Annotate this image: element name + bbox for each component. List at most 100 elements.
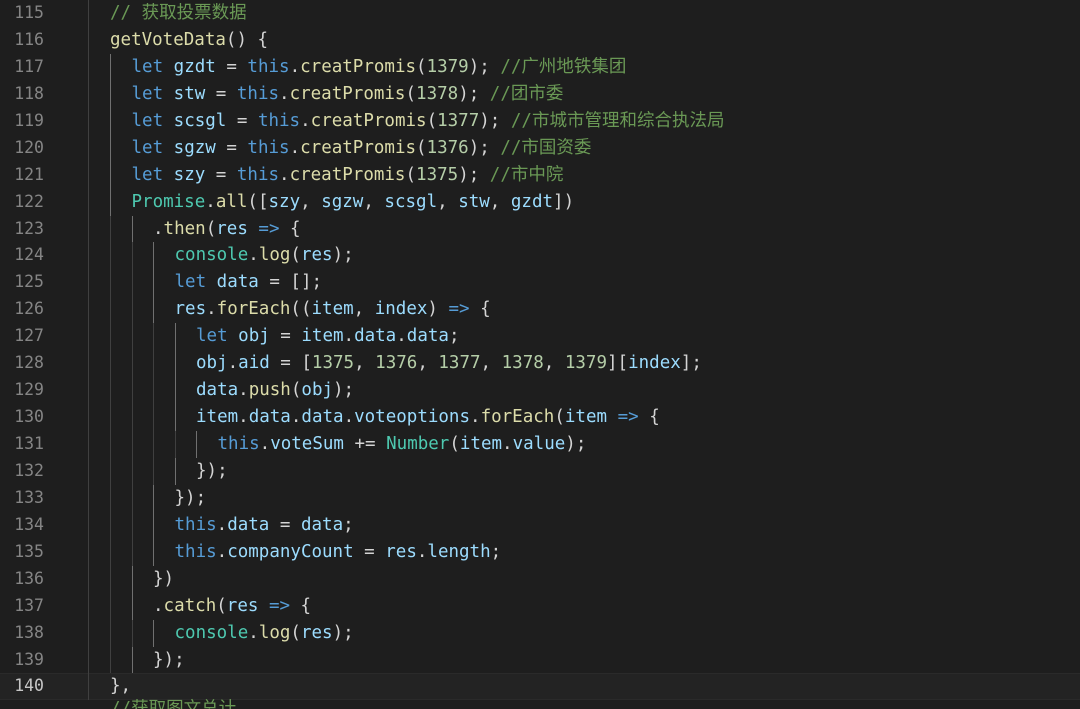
code-line[interactable]: 131 this.voteSum += Number(item.value); (0, 431, 1080, 458)
indent-guide (153, 269, 154, 297)
token: . (289, 56, 301, 77)
token: gzdt (173, 56, 216, 77)
token: let (131, 137, 164, 158)
token: getVoteData (110, 29, 226, 50)
code-line[interactable]: 134 this.data = data; (0, 511, 1080, 539)
token: obj (238, 326, 270, 347)
code-line[interactable]: 118 let stw = this.creatPromis(1378); //团… (0, 80, 1080, 108)
token: = (353, 541, 386, 562)
indent-guide (110, 215, 111, 243)
token: => (268, 595, 291, 616)
token: . (343, 326, 355, 347)
code-line[interactable]: 133}); (0, 484, 1080, 512)
code-line[interactable]: 128 obj.aid = [1375, 1376, 1377, 1378, 13… (0, 350, 1080, 378)
code-line[interactable]: 138 console.log(res); (0, 619, 1080, 647)
code-line[interactable]: 139}); (0, 646, 1080, 674)
token: . (396, 326, 407, 347)
indent-guide (174, 350, 176, 378)
code-line[interactable]: 127 let obj = item.data.data; (0, 323, 1080, 351)
indent-guide (110, 484, 111, 512)
code-line[interactable]: 115 // 获取投票数据 (0, 0, 1080, 27)
code-text: this.voteSum += Number(item.value); (218, 431, 587, 458)
code-line[interactable]: 116 getVoteData() { (0, 26, 1080, 54)
code-line[interactable]: 121 let szy = this.creatPromis(1375); //市… (0, 161, 1080, 189)
indent-guide (110, 592, 111, 620)
token: ][ (607, 353, 629, 374)
code-line[interactable]: 120 let sgzw = this.creatPromis(1376); //… (0, 134, 1080, 162)
line-number: 130 (14, 407, 44, 427)
code-line[interactable]: 135 this.companyCount = res.length; (0, 538, 1080, 566)
indent-guide (174, 457, 176, 485)
token: log (258, 245, 291, 266)
code-line[interactable]: 124 console.log(res); (0, 242, 1080, 270)
indent-guide (88, 323, 89, 351)
indent-guide (153, 431, 154, 458)
token: data (196, 380, 239, 401)
code-line[interactable]: 123 .then(res => { (0, 215, 1080, 243)
token: scsgl (173, 110, 227, 131)
code-line[interactable]: 119 let scsgl = this.creatPromis(1377); /… (0, 107, 1080, 135)
code-line[interactable]: 117 let gzdt = this.creatPromis(1379); //… (0, 53, 1080, 81)
token: { (638, 407, 660, 428)
code-text: let data = []; (175, 269, 323, 296)
token: ); (458, 83, 490, 104)
indent-guide (131, 511, 133, 539)
indent-guide (88, 0, 89, 27)
token: this (247, 137, 290, 158)
code-line[interactable]: 125 let data = []; (0, 269, 1080, 297)
token: ( (416, 137, 427, 158)
token: res (385, 541, 417, 562)
token: stw (173, 83, 206, 104)
token: item (196, 407, 239, 428)
code-line[interactable]: 136}) (0, 565, 1080, 593)
token: scsgl (384, 191, 438, 212)
code-text: }) (153, 566, 174, 593)
token: = [ (269, 353, 312, 374)
code-line[interactable]: 130 item.data.data.voteoptions.forEach(it… (0, 404, 1080, 431)
indent-guide (131, 404, 133, 431)
indent-guide (131, 377, 133, 405)
token: this (257, 110, 301, 131)
line-number: 115 (14, 3, 44, 22)
indent-guide (88, 53, 89, 81)
code-line[interactable]: 140}, (0, 673, 1080, 701)
token: 1377 (437, 110, 480, 131)
indent-guide (174, 323, 176, 351)
indent-guide (153, 538, 154, 566)
token: aid (238, 353, 270, 374)
indent-guide (131, 296, 133, 324)
indent-guide (88, 377, 89, 405)
code-line[interactable]: 122 Promise.all([szy, sgzw, scsgl, stw, g… (0, 188, 1080, 216)
code-line[interactable]: 126 res.forEach((item, index) => { (0, 296, 1080, 324)
code-line[interactable]: 137 .catch(res => { (0, 592, 1080, 620)
indent-guide (153, 242, 154, 270)
code-text: item.data.data.voteoptions.forEach(item … (196, 404, 660, 431)
indent-guide (153, 511, 154, 539)
code-editor[interactable]: 115// 获取投票数据 116 getVoteData() {117 let gzd… (0, 0, 1080, 709)
code-text: }); (175, 485, 207, 512)
indent-guide (110, 188, 111, 216)
token: voteoptions (354, 407, 471, 428)
indent-guide (88, 538, 89, 566)
indent-guide (88, 296, 89, 324)
token: forEach (216, 299, 291, 320)
token: creatPromis (310, 110, 427, 131)
token: . (216, 541, 228, 562)
token: ( (405, 164, 417, 185)
code-line[interactable]: 129 data.push(obj); (0, 377, 1080, 405)
token: let (196, 326, 228, 347)
token: , (354, 353, 376, 374)
token: 1378 (416, 83, 459, 104)
token: , (417, 353, 439, 374)
indent-guide (196, 431, 197, 458)
code-line[interactable]: 132}); (0, 457, 1080, 485)
indent-guide (110, 53, 111, 81)
line-number: 132 (14, 460, 44, 480)
indent-guide (131, 269, 133, 297)
token: => (258, 218, 280, 239)
